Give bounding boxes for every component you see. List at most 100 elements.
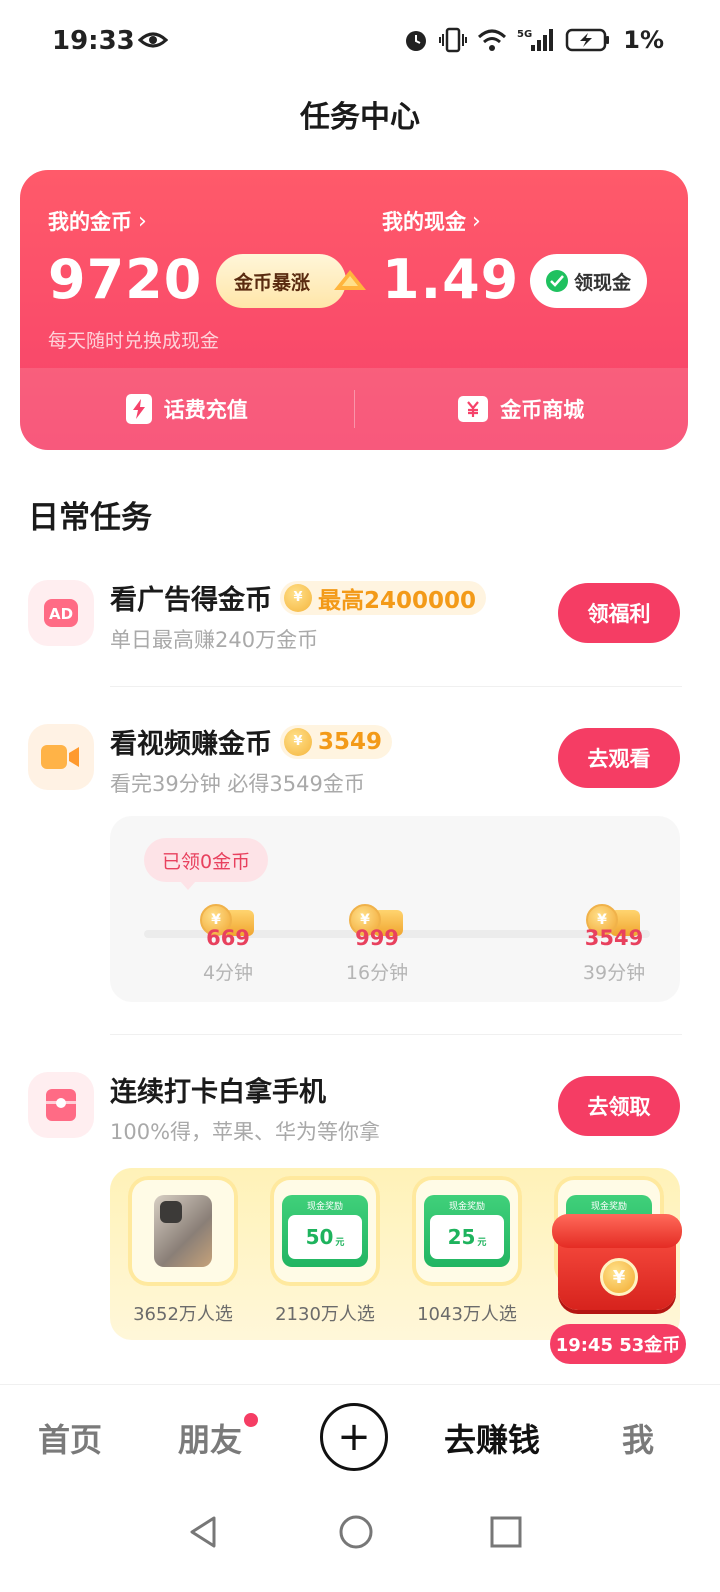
ad-icon: AD <box>28 580 94 646</box>
system-nav-bar <box>0 1494 720 1592</box>
prize-label: 1043万人选 <box>417 1304 517 1325</box>
status-bar: 19:33 5G 1% <box>0 0 720 84</box>
prize-label: 3652万人选 <box>133 1304 233 1325</box>
svg-text:AD: AD <box>49 605 73 623</box>
home-icon[interactable] <box>336 1512 376 1552</box>
coin-icon: ¥ <box>600 1258 638 1296</box>
coin-mall-label: 金币商城 <box>500 398 585 422</box>
cash-voucher-icon: 现金奖励 25 元 <box>424 1195 510 1267</box>
milestone: ¥ 669 4分钟 <box>188 902 268 984</box>
task-title: 看广告得金币 ¥ 最高2400000 <box>110 578 487 617</box>
task-title: 连续打卡白拿手机 <box>110 1070 326 1109</box>
task-subtitle: 单日最高赚240万金币 <box>110 628 319 652</box>
gift-lid <box>552 1214 682 1248</box>
reward-amount: 最高2400000 <box>318 587 477 614</box>
video-camera-icon <box>28 724 94 790</box>
milestone-label: 16分钟 <box>345 962 409 984</box>
cash-balance: 1.49 <box>382 248 520 311</box>
voucher-unit: 元 <box>335 1237 345 1248</box>
milestone-label: 4分钟 <box>202 962 254 984</box>
wallet-card: 我的金币 › 9720 金币暴涨 每天随时兑换成现金 我的现金 › 1.49 领… <box>20 170 688 450</box>
notification-dot <box>244 1413 258 1427</box>
prize-box <box>128 1176 238 1286</box>
plus-icon[interactable]: + <box>320 1403 388 1471</box>
cash-voucher-icon: 现金奖励 50 元 <box>282 1195 368 1267</box>
divider <box>110 686 682 687</box>
phone-recharge-button[interactable]: 话费充值 <box>20 368 354 450</box>
prize-box: 现金奖励 50 元 <box>270 1176 380 1286</box>
prize-item[interactable]: 现金奖励 50 元 2130万人选 <box>266 1176 384 1336</box>
prize-item[interactable]: 3652万人选 <box>124 1176 242 1336</box>
milestone-value: 3549 <box>584 926 644 950</box>
my-coins-label: 我的金币 <box>48 210 132 234</box>
milestone-value: 669 <box>206 926 250 950</box>
nav-friends[interactable]: 朋友 <box>178 1415 242 1461</box>
coins-surge-button[interactable]: 金币暴涨 <box>216 254 347 308</box>
page-title: 任务中心 <box>300 100 420 135</box>
task-title: 看视频赚金币 ¥ 3549 <box>110 722 393 761</box>
coin-icon: ¥ <box>284 727 312 756</box>
lightning-icon <box>125 394 152 424</box>
voucher-title: 现金奖励 <box>590 1202 627 1212</box>
coin-mall-button[interactable]: 金币商城 <box>355 368 689 450</box>
withdraw-cash-button[interactable]: 领现金 <box>530 254 648 308</box>
bottom-nav: 首页 朋友 + 去赚钱 我 <box>0 1384 720 1494</box>
wallet-icon <box>28 1072 94 1138</box>
svg-text:5G: 5G <box>517 29 532 40</box>
nav-earn[interactable]: 去赚钱 <box>444 1415 540 1461</box>
milestone: ¥ 999 16分钟 <box>337 902 417 984</box>
battery-level: 1% <box>623 26 664 54</box>
milestone: ¥ 3549 39分钟 <box>574 902 654 984</box>
phone-recharge-label: 话费充值 <box>163 398 248 422</box>
wifi-icon <box>478 29 507 51</box>
eye-icon <box>138 32 168 48</box>
gift-timer: 19:45 53金币 <box>550 1324 686 1364</box>
back-icon[interactable] <box>184 1512 224 1552</box>
nav-me[interactable]: 我 <box>622 1415 654 1461</box>
my-cash-link[interactable]: 我的现金 › <box>382 206 481 236</box>
alarm-icon <box>406 31 427 51</box>
milestone-value: 999 <box>355 926 399 950</box>
prize-label: 2130万人选 <box>275 1304 375 1325</box>
nav-home[interactable]: 首页 <box>38 1415 102 1461</box>
watch-video-button[interactable]: 去观看 <box>558 728 680 788</box>
prize-item[interactable]: 现金奖励 25 元 1043万人选 <box>408 1176 526 1336</box>
chevron-right-icon: › <box>472 208 481 234</box>
task-subtitle: 看完39分钟 必得3549金币 <box>110 772 365 796</box>
prize-box: 现金奖励 25 元 <box>412 1176 522 1286</box>
task-title-text: 连续打卡白拿手机 <box>110 1077 326 1108</box>
coins-balance: 9720 <box>48 248 203 311</box>
voucher-title: 现金奖励 <box>306 1202 343 1212</box>
yuan-ticket-icon <box>458 396 489 422</box>
arrow-up-icon <box>334 270 366 290</box>
my-coins-panel[interactable]: 我的金币 › 9720 金币暴涨 每天随时兑换成现金 <box>48 170 368 368</box>
my-coins-link[interactable]: 我的金币 › <box>48 206 147 236</box>
signal-5g-icon: 5G <box>517 29 554 51</box>
chevron-right-icon: › <box>138 208 147 234</box>
task-title-text: 看广告得金币 <box>110 585 272 616</box>
reward-amount: 3549 <box>318 728 383 755</box>
smartphone-icon <box>154 1195 212 1267</box>
recents-icon[interactable] <box>486 1512 526 1552</box>
claim-welfare-button[interactable]: 领福利 <box>558 583 680 643</box>
divider <box>110 1034 682 1035</box>
claimed-coins-tag: 已领0金币 <box>144 838 269 890</box>
voucher-unit: 元 <box>477 1237 487 1248</box>
voucher-title: 现金奖励 <box>448 1202 485 1212</box>
milestone-label: 39分钟 <box>582 962 646 984</box>
vibrate-icon <box>439 27 468 53</box>
floating-gift-widget[interactable]: ¥ 19:45 53金币 <box>550 1214 690 1366</box>
reward-pill: ¥ 最高2400000 <box>280 580 487 615</box>
voucher-amount: 50 <box>305 1225 334 1249</box>
battery-charging-icon <box>566 28 610 52</box>
task-title-text: 看视频赚金币 <box>110 729 272 760</box>
my-cash-panel[interactable]: 我的现金 › 1.49 领现金 <box>382 170 682 368</box>
coins-exchange-hint: 每天随时兑换成现金 <box>48 330 220 352</box>
task-subtitle: 100%得，苹果、华为等你拿 <box>110 1120 381 1144</box>
claim-prize-button[interactable]: 去领取 <box>558 1076 680 1136</box>
reward-pill: ¥ 3549 <box>280 724 393 759</box>
status-time: 19:33 <box>52 26 135 56</box>
withdraw-cash-label: 领现金 <box>574 271 632 294</box>
voucher-amount: 25 <box>447 1225 476 1249</box>
my-cash-label: 我的现金 <box>382 210 466 234</box>
